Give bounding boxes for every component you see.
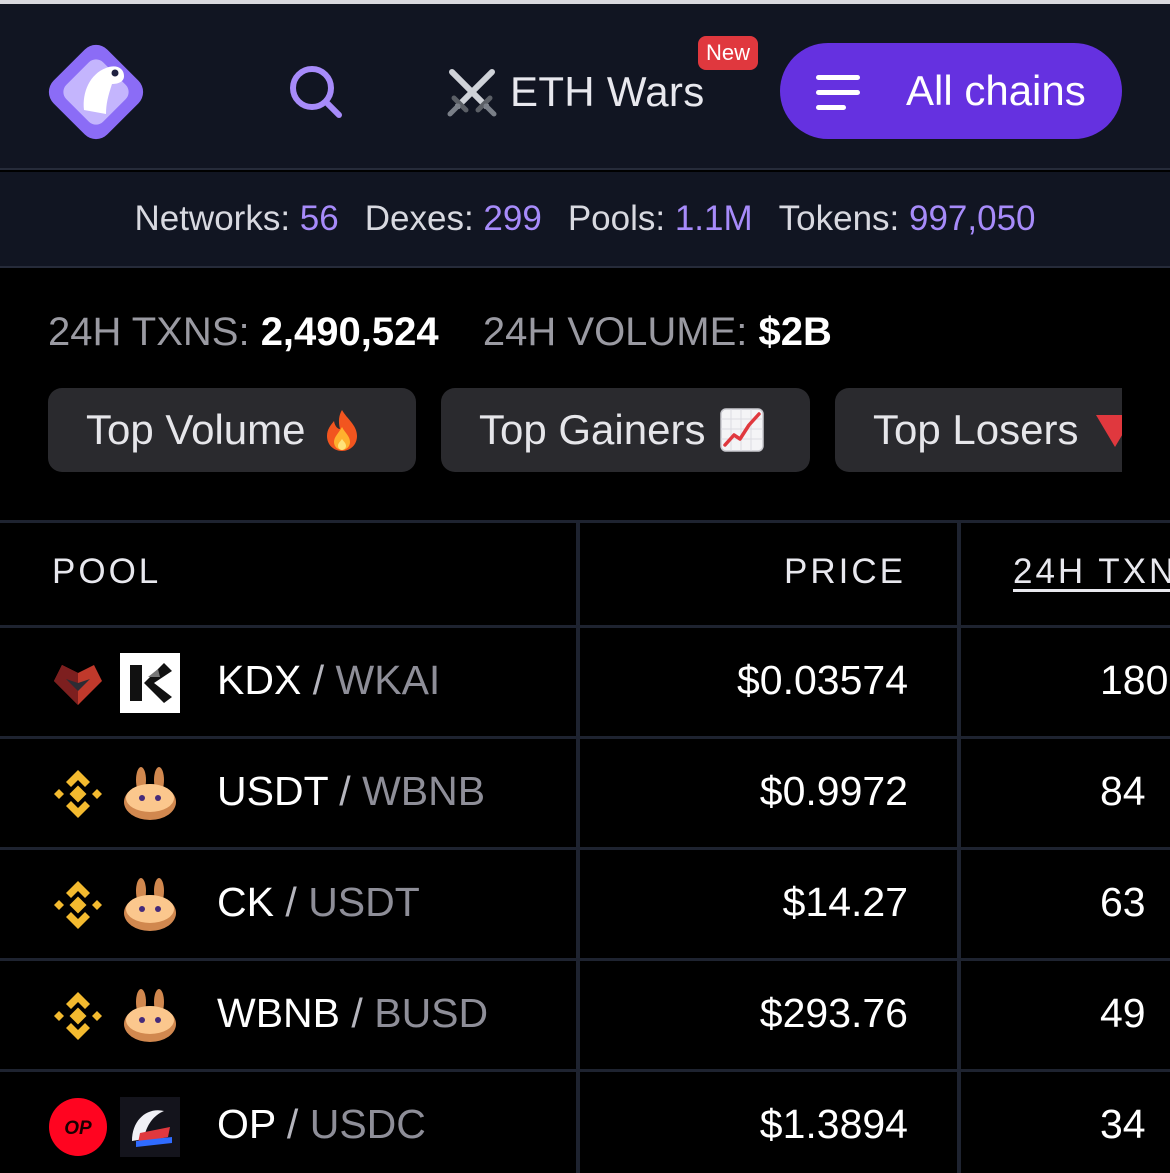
pool-pair: USDT / WBNB [217,768,485,815]
table-row[interactable]: KDX / WKAI $0.03574 180 [0,627,1170,738]
filter-top-losers-label: Top Losers [873,406,1079,453]
pool-price: $1.3894 [759,1101,908,1147]
pair-separator: / [339,768,351,814]
table-divider [0,520,1170,523]
pair-separator: / [312,657,325,703]
pool-24h-txns: 84 [1100,768,1146,814]
quote-token: USDC [309,1101,426,1147]
base-token: USDT [217,768,328,814]
pair-separator: / [285,879,297,925]
new-badge: New [698,36,759,70]
crossed-swords-icon [447,69,497,117]
column-header-pool[interactable]: POOL [52,552,161,592]
summary-volume-value: $2B [758,310,832,354]
stat-tokens-label: Tokens: [778,199,900,238]
pair-separator: / [351,990,363,1036]
base-token: CK [217,879,274,925]
stat-dexes: Dexes: 299 [365,199,542,239]
table-row[interactable]: CK / USDT $14.27 63 [0,849,1170,960]
pancakeswap-icon [124,989,176,1042]
bnb-chain-icon [54,992,102,1040]
eth-wars-link[interactable]: ETH Wars [444,62,705,122]
base-token: WBNB [217,990,340,1036]
pool-price: $14.27 [782,879,908,925]
market-summary: 24H TXNS: 2,490,524 24H VOLUME: $2B [48,310,832,355]
filter-top-gainers[interactable]: Top Gainers [441,388,810,472]
kai-token-icon [120,653,180,713]
stat-pools: Pools: 1.1M [568,199,753,239]
kdx-token-icon [54,665,102,705]
stat-dexes-value: 299 [483,199,542,238]
stat-networks-value: 56 [299,199,339,238]
table-row[interactable]: OP OP / USDC $1.3894 34 [0,1071,1170,1173]
eth-wars-label: ETH Wars [510,68,705,115]
optimism-icon-text: OP [64,1118,92,1139]
pancakeswap-icon [124,767,176,820]
pool-pair: OP / USDC [217,1101,426,1148]
summary-volume-label: 24H VOLUME: [482,310,748,354]
pool-price: $0.9972 [759,768,908,814]
pool-pair: CK / USDT [217,879,420,926]
pool-price: $0.03574 [736,657,908,703]
fire-icon [327,410,358,451]
bnb-chain-icon [54,770,102,818]
summary-txns-value: 2,490,524 [260,310,439,354]
filter-tabs: Top Volume Top Gainers Top Losers [48,388,1122,472]
all-chains-label: All chains [906,67,1086,114]
search-icon[interactable] [284,60,348,124]
red-triangle-down-icon [1096,415,1122,447]
velodrome-icon [120,1097,180,1157]
filter-top-gainers-label: Top Gainers [479,406,706,453]
table-row[interactable]: USDT / WBNB $0.9972 84 [0,738,1170,849]
pool-price: $293.76 [759,990,908,1036]
filter-top-losers[interactable]: Top Losers [835,388,1122,472]
pair-separator: / [286,1101,299,1147]
column-header-24h-txns[interactable]: 24H TXN [1013,552,1170,592]
pool-pair: KDX / WKAI [217,657,440,704]
base-token: OP [217,1101,276,1147]
global-stats-bar: Networks: 56 Dexes: 299 Pools: 1.1M Toke… [0,172,1170,268]
stat-dexes-label: Dexes: [364,199,474,238]
stat-pools-value: 1.1M [674,199,753,238]
filter-top-volume[interactable]: Top Volume [48,388,416,472]
stat-networks-label: Networks: [134,199,291,238]
column-header-price[interactable]: PRICE [784,552,906,592]
pools-table: POOL PRICE 24H TXN KDX / WKAI $0.03574 1… [0,520,1170,1173]
quote-token: BUSD [374,990,489,1036]
quote-token: USDT [308,879,420,925]
stat-tokens-value: 997,050 [909,199,1036,238]
filter-top-volume-label: Top Volume [86,406,306,453]
summary-txns-label: 24H TXNS: [48,310,250,354]
stat-pools-label: Pools: [567,199,666,238]
pool-24h-txns: 63 [1100,879,1146,925]
pool-24h-txns: 49 [1100,990,1146,1036]
all-chains-button[interactable]: All chains [780,43,1122,139]
quote-token: WKAI [335,657,441,703]
stat-tokens: Tokens: 997,050 [779,199,1036,239]
geckoterminal-logo[interactable] [44,40,148,144]
pancakeswap-icon [124,878,176,931]
pool-24h-txns: 180 [1100,657,1169,703]
pool-pair: WBNB / BUSD [217,990,488,1037]
optimism-icon: OP [49,1098,107,1156]
table-row[interactable]: WBNB / BUSD $293.76 49 [0,960,1170,1071]
stat-networks: Networks: 56 [134,199,338,239]
menu-icon [816,73,864,113]
app-header: ETH Wars New All chains [0,4,1170,170]
pool-24h-txns: 34 [1100,1101,1146,1147]
chart-up-icon [720,408,765,452]
quote-token: WBNB [362,768,486,814]
bnb-chain-icon [54,881,102,929]
base-token: KDX [217,657,302,703]
